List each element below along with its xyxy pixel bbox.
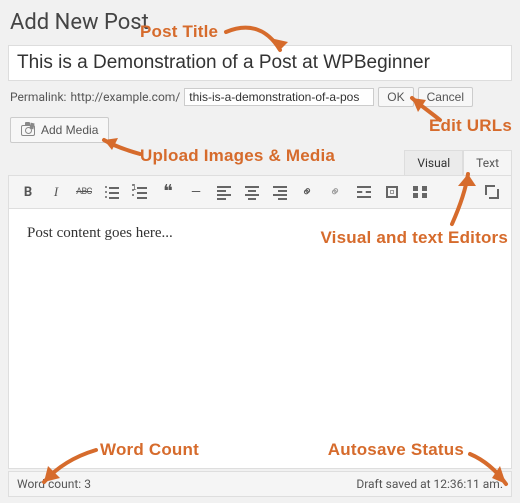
editor-tabs: Visual Text [404, 150, 512, 175]
align-right-icon [273, 186, 287, 198]
align-left-icon [217, 186, 231, 198]
hr-button[interactable]: — [183, 180, 209, 204]
post-title-input[interactable] [8, 45, 512, 81]
strike-button[interactable]: ABC [71, 180, 97, 204]
tab-visual[interactable]: Visual [404, 150, 463, 175]
anno-upload: Upload Images & Media [140, 146, 335, 166]
blockquote-button[interactable]: ❝ [155, 180, 181, 204]
align-left-button[interactable] [211, 180, 237, 204]
autosave-status: Draft saved at 12:36:11 am. [356, 477, 503, 491]
distraction-free-button[interactable] [379, 180, 405, 204]
permalink-ok-button[interactable]: OK [378, 87, 413, 107]
readmore-button[interactable] [351, 180, 377, 204]
link-button[interactable]: ⚭ [295, 180, 321, 204]
tab-text[interactable]: Text [463, 150, 512, 175]
hr-icon: — [191, 185, 201, 200]
readmore-icon [357, 186, 371, 198]
quote-icon: ❝ [163, 188, 173, 195]
fullscreen-icon [386, 186, 398, 198]
align-center-button[interactable] [239, 180, 265, 204]
add-media-label: Add Media [41, 123, 98, 137]
number-list-icon: 1 [133, 186, 147, 198]
word-count-value: 3 [84, 477, 91, 491]
align-right-button[interactable] [267, 180, 293, 204]
unlink-button[interactable]: ⚭ [323, 180, 349, 204]
link-icon: ⚭ [298, 182, 318, 202]
permalink-slug-input[interactable] [184, 88, 374, 106]
bold-icon: B [24, 185, 32, 200]
editor-toolbar: B I ABC 1 ❝ — ⚭ ⚭ [8, 175, 512, 209]
bold-button[interactable]: B [15, 180, 41, 204]
bullet-list-icon [105, 186, 119, 198]
kitchen-sink-button[interactable] [407, 180, 433, 204]
word-count-label: Word count: [17, 477, 81, 491]
italic-icon: I [54, 184, 58, 200]
expand-icon [485, 185, 499, 199]
permalink-base: http://example.com/ [70, 90, 180, 104]
permalink-row: Permalink: http://example.com/ OK Cancel [10, 87, 510, 107]
status-bar: Word count: 3 Draft saved at 12:36:11 am… [8, 471, 512, 497]
editor-content[interactable]: Post content goes here... [8, 209, 512, 469]
expand-button[interactable] [479, 180, 505, 204]
number-list-button[interactable]: 1 [127, 180, 153, 204]
word-count: Word count: 3 [17, 477, 91, 491]
permalink-label: Permalink: [10, 90, 66, 104]
unlink-icon: ⚭ [326, 182, 346, 202]
add-media-button[interactable]: Add Media [10, 117, 109, 143]
permalink-cancel-button[interactable]: Cancel [418, 87, 473, 107]
content-placeholder: Post content goes here... [27, 225, 493, 242]
camera-icon [21, 125, 35, 136]
italic-button[interactable]: I [43, 180, 69, 204]
align-center-icon [245, 186, 259, 198]
kitchen-sink-icon [413, 186, 427, 198]
strike-icon: ABC [76, 187, 92, 197]
bullet-list-button[interactable] [99, 180, 125, 204]
page-title: Add New Post [10, 10, 512, 35]
